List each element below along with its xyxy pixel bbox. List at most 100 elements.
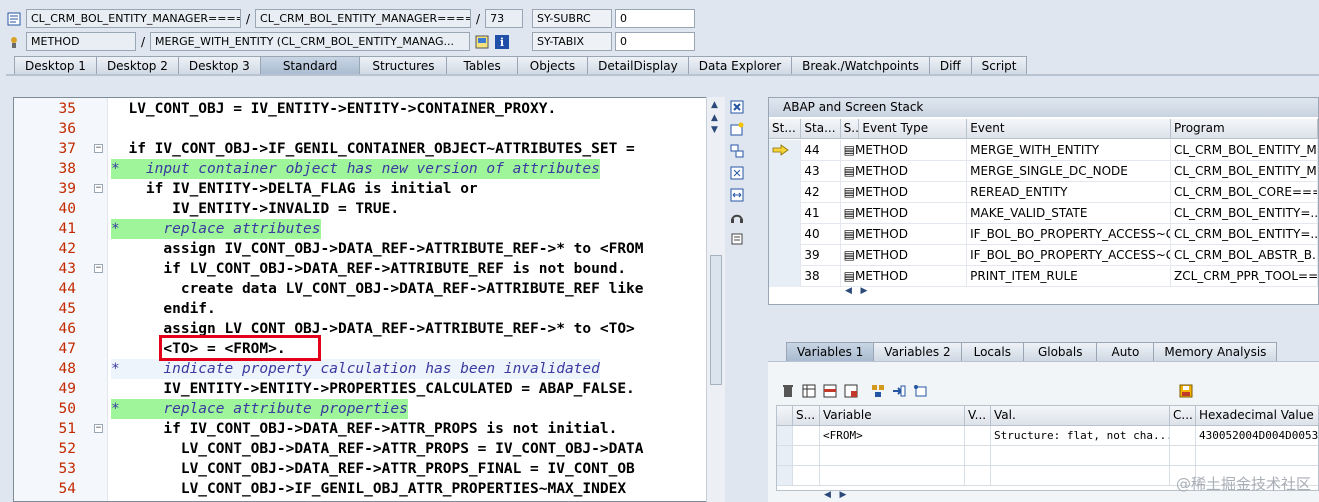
- source-code-editor[interactable]: 35 LV_CONT_OBJ = IV_ENTITY->ENTITY->CONT…: [13, 97, 725, 502]
- main-program-field[interactable]: CL_CRM_BOL_ENTITY_MANAGER====...: [26, 9, 241, 28]
- tab-detail-display[interactable]: DetailDisplay: [587, 56, 689, 75]
- scroll-up-icon[interactable]: ▲: [711, 113, 718, 123]
- navigate-icon[interactable]: [891, 383, 907, 399]
- stack-horizontal-scroll[interactable]: ◀ ▶: [845, 286, 867, 302]
- save-icon[interactable]: [1178, 383, 1194, 399]
- hierarchy-icon[interactable]: [870, 383, 886, 399]
- col-header[interactable]: C...: [1170, 406, 1196, 426]
- stack-row[interactable]: 42 ▤METHOD REREAD_ENTITY CL_CRM_BOL_CORE…: [769, 182, 1318, 203]
- scroll-thumb[interactable]: [710, 255, 722, 385]
- code-line[interactable]: 43− if LV_CONT_OBJ->DATA_REF->ATTRIBUTE_…: [14, 259, 724, 279]
- variable-name-cell[interactable]: [820, 446, 965, 466]
- code-line[interactable]: 37− if IV_CONT_OBJ->IF_GENIL_CONTAINER_O…: [14, 139, 724, 159]
- scroll-up-icon[interactable]: ▲: [711, 100, 718, 110]
- code-line[interactable]: 36: [14, 119, 724, 139]
- col-header[interactable]: S...: [841, 119, 860, 139]
- delete-icon[interactable]: [780, 383, 796, 399]
- col-header[interactable]: Hexadecimal Value: [1196, 406, 1318, 426]
- export-icon[interactable]: [843, 383, 859, 399]
- code-line[interactable]: 44 create data LV_CONT_OBJ->DATA_REF->AT…: [14, 279, 724, 299]
- code-line[interactable]: 39− if IV_ENTITY->DELTA_FLAG is initial …: [14, 179, 724, 199]
- fold-toggle-icon[interactable]: −: [94, 424, 103, 433]
- stack-row[interactable]: 39 ▤METHOD IF_BOL_BO_PROPERTY_ACCESS~G..…: [769, 245, 1318, 266]
- col-header[interactable]: St...: [769, 119, 802, 139]
- tab-desktop-2[interactable]: Desktop 2: [95, 56, 179, 75]
- tab-diff[interactable]: Diff: [928, 56, 972, 75]
- code-line[interactable]: 35 LV_CONT_OBJ = IV_ENTITY->ENTITY->CONT…: [14, 99, 724, 119]
- variable-value-cell[interactable]: Structure: flat, not cha...: [991, 426, 1170, 446]
- fold-toggle-icon[interactable]: −: [94, 184, 103, 193]
- sy-subrc-value[interactable]: 0: [615, 9, 695, 28]
- code-line[interactable]: 51− if IV_CONT_OBJ->DATA_REF->ATTR_PROPS…: [14, 419, 724, 439]
- insert-row-icon[interactable]: [822, 383, 838, 399]
- col-header[interactable]: Event Type: [859, 119, 968, 139]
- line-number-field[interactable]: 73: [485, 9, 524, 28]
- code-line[interactable]: 53 LV_CONT_OBJ->DATA_REF->ATTR_PROPS_FIN…: [14, 459, 724, 479]
- info-icon[interactable]: i: [494, 34, 510, 50]
- code-line[interactable]: 40 IV_ENTITY->INVALID = TRUE.: [14, 199, 724, 219]
- scroll-left-icon[interactable]: ◀: [845, 286, 852, 296]
- col-header[interactable]: [777, 406, 793, 426]
- code-line[interactable]: 45 endif.: [14, 299, 724, 319]
- tab-variables-2[interactable]: Variables 2: [873, 342, 962, 361]
- tab-globals[interactable]: Globals: [1022, 342, 1098, 361]
- stack-row[interactable]: 40 ▤METHOD IF_BOL_BO_PROPERTY_ACCESS~G..…: [769, 224, 1318, 245]
- code-line[interactable]: 54 LV_CONT_OBJ->IF_GENIL_OBJ_ATTR_PROPER…: [14, 479, 724, 499]
- tab-structures[interactable]: Structures: [359, 56, 448, 75]
- table-icon[interactable]: [801, 383, 817, 399]
- scroll-right-icon[interactable]: ▶: [861, 286, 868, 296]
- variable-name-cell[interactable]: <FROM>: [820, 426, 965, 446]
- tab-break-watchpoints[interactable]: Break./Watchpoints: [791, 56, 930, 75]
- tab-data-explorer[interactable]: Data Explorer: [687, 56, 793, 75]
- code-line[interactable]: 46 assign LV_CONT_OBJ->DATA_REF->ATTRIBU…: [14, 319, 724, 339]
- code-line[interactable]: 48 * indicate property calculation has be…: [14, 359, 724, 379]
- settings-icon[interactable]: [729, 231, 745, 247]
- variables-horizontal-scroll[interactable]: ◀ ▶: [824, 490, 846, 500]
- variable-hex-cell[interactable]: 430052004D004D0053: [1196, 426, 1318, 446]
- tab-desktop-1[interactable]: Desktop 1: [14, 56, 97, 75]
- col-header[interactable]: Event: [967, 119, 1171, 139]
- stack-row[interactable]: 38 ▤METHOD PRINT_ITEM_RULE ZCL_CRM_PPR_T…: [769, 266, 1318, 287]
- sy-tabix-value[interactable]: 0: [615, 32, 695, 51]
- code-line-current[interactable]: 47 <TO> = <FROM>.: [14, 339, 724, 359]
- editor-vertical-scrollbar[interactable]: ▲ ▲ ▼: [706, 97, 725, 502]
- col-header[interactable]: Variable: [820, 406, 965, 426]
- stack-row[interactable]: 44 ▤METHOD MERGE_WITH_ENTITY CL_CRM_BOL_…: [769, 140, 1318, 161]
- object-icon[interactable]: [912, 383, 928, 399]
- tab-script[interactable]: Script: [970, 56, 1028, 75]
- code-line[interactable]: 38 * input container object has new versi…: [14, 159, 724, 179]
- code-line[interactable]: 49 IV_ENTITY->ENTITY->PROPERTIES_CALCULA…: [14, 379, 724, 399]
- event-name-field[interactable]: MERGE_WITH_ENTITY (CL_CRM_BOL_ENTITY_MAN…: [150, 32, 471, 51]
- tab-locals[interactable]: Locals: [960, 342, 1024, 361]
- display-object-icon[interactable]: [474, 34, 490, 50]
- tab-tables[interactable]: Tables: [446, 56, 518, 75]
- col-header[interactable]: Val.: [991, 406, 1170, 426]
- code-line[interactable]: 42 assign IV_CONT_OBJ->DATA_REF->ATTRIBU…: [14, 239, 724, 259]
- tab-variables-1[interactable]: Variables 1: [786, 342, 875, 361]
- tab-objects[interactable]: Objects: [516, 56, 589, 75]
- col-header[interactable]: V...: [965, 406, 991, 426]
- tab-auto[interactable]: Auto: [1096, 342, 1155, 361]
- code-line[interactable]: 52 LV_CONT_OBJ->DATA_REF->ATTR_PROPS = I…: [14, 439, 724, 459]
- tab-memory-analysis[interactable]: Memory Analysis: [1153, 342, 1278, 361]
- code-line[interactable]: 50 * replace attribute properties: [14, 399, 724, 419]
- fold-toggle-icon[interactable]: −: [94, 144, 103, 153]
- event-type-field[interactable]: METHOD: [26, 32, 136, 51]
- maximize-icon[interactable]: [729, 165, 745, 181]
- col-header[interactable]: Program: [1171, 119, 1318, 139]
- close-icon[interactable]: [729, 99, 745, 115]
- include-program-field[interactable]: CL_CRM_BOL_ENTITY_MANAGER=====...: [255, 9, 472, 28]
- fold-toggle-icon[interactable]: −: [94, 264, 103, 273]
- swap-tool-icon[interactable]: [729, 143, 745, 159]
- tab-standard[interactable]: Standard: [259, 56, 361, 75]
- col-header[interactable]: Sta...: [801, 119, 841, 139]
- tab-desktop-3[interactable]: Desktop 3: [177, 56, 261, 75]
- new-tool-icon[interactable]: [729, 121, 745, 137]
- scroll-down-icon[interactable]: ▼: [711, 125, 718, 135]
- col-header[interactable]: S...: [793, 406, 820, 426]
- services-icon[interactable]: [729, 209, 745, 225]
- resize-icon[interactable]: [729, 187, 745, 203]
- code-line[interactable]: 41 * replace attributes: [14, 219, 724, 239]
- variable-name-cell[interactable]: [820, 466, 965, 486]
- stack-row[interactable]: 41 ▤METHOD MAKE_VALID_STATE CL_CRM_BOL_E…: [769, 203, 1318, 224]
